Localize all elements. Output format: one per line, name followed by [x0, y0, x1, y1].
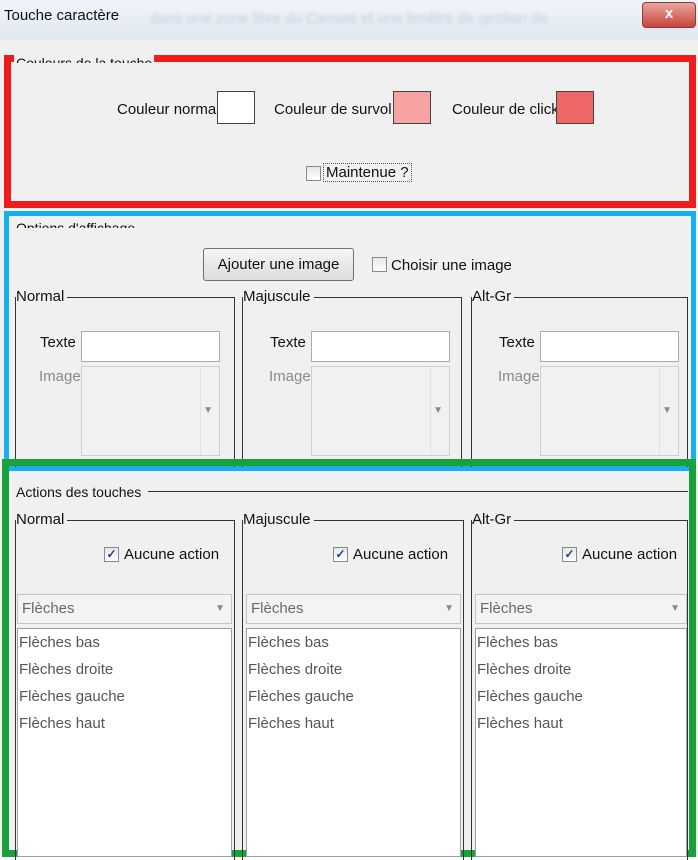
choose-image-label[interactable]: Choisir une image: [391, 257, 512, 274]
colors-section-frame: [4, 55, 696, 208]
click-color-swatch[interactable]: [556, 91, 594, 124]
action-combo-altgr[interactable]: Flèches ▼: [475, 594, 687, 624]
action-combo-altgr-value: Flèches: [480, 600, 533, 617]
no-action-checkbox-altgr[interactable]: ✓: [562, 547, 577, 562]
text-label-altgr: Texte: [499, 334, 535, 351]
display-group-altgr-title: Alt-Gr: [472, 288, 515, 305]
no-action-label-normal[interactable]: Aucune action: [124, 546, 219, 563]
chevron-down-icon: ▼: [203, 405, 213, 416]
display-group-majuscule-title: Majuscule: [243, 288, 314, 305]
action-group-altgr-title: Alt-Gr: [472, 511, 515, 528]
image-label-majuscule: Image: [269, 368, 311, 385]
close-icon: x: [664, 5, 674, 22]
action-combo-normal-value: Flèches: [22, 600, 75, 617]
list-item[interactable]: Flèches gauche: [476, 683, 686, 710]
action-list-altgr[interactable]: Flèches bas Flèches droite Flèches gauch…: [475, 628, 687, 857]
image-select-majuscule[interactable]: ▼: [311, 366, 450, 456]
image-label-altgr: Image: [498, 368, 540, 385]
text-label-majuscule: Texte: [270, 334, 306, 351]
action-list-majuscule[interactable]: Flèches bas Flèches droite Flèches gauch…: [246, 628, 461, 857]
display-group-normal-title: Normal: [16, 288, 68, 305]
background-ghost-text: dans une zone libre du Canvas et une fen…: [150, 10, 548, 27]
text-input-normal[interactable]: [81, 331, 220, 362]
display-section-legend: Options d'affichage: [14, 220, 138, 228]
image-label-normal: Image: [39, 368, 81, 385]
hover-color-label: Couleur de survol: [274, 101, 392, 118]
action-combo-majuscule-value: Flèches: [251, 600, 304, 617]
colors-section-legend: Couleurs de la touche: [14, 55, 155, 63]
title-bar[interactable]: dans une zone libre du Canvas et une fen…: [0, 0, 698, 40]
action-group-majuscule-title: Majuscule: [243, 511, 314, 528]
list-item[interactable]: Flèches droite: [18, 656, 231, 683]
no-action-checkbox-majuscule[interactable]: ✓: [333, 547, 348, 562]
hover-color-swatch[interactable]: [393, 91, 431, 124]
list-item[interactable]: Flèches haut: [476, 710, 686, 737]
list-item[interactable]: Flèches droite: [247, 656, 460, 683]
normal-color-swatch[interactable]: [217, 91, 255, 124]
list-item[interactable]: Flèches bas: [18, 629, 231, 656]
no-action-label-majuscule[interactable]: Aucune action: [353, 546, 448, 563]
list-item[interactable]: Flèches bas: [476, 629, 686, 656]
click-color-label: Couleur de click: [452, 101, 559, 118]
list-item[interactable]: Flèches bas: [247, 629, 460, 656]
action-combo-normal[interactable]: Flèches ▼: [17, 594, 232, 624]
list-item[interactable]: Flèches gauche: [18, 683, 231, 710]
chevron-down-icon: ▼: [444, 603, 454, 614]
normal-color-label: Couleur normal: [117, 101, 220, 118]
image-select-altgr[interactable]: ▼: [540, 366, 679, 456]
choose-image-checkbox[interactable]: [372, 257, 387, 272]
list-item[interactable]: Flèches gauche: [247, 683, 460, 710]
actions-section-divider: [148, 491, 688, 492]
close-button[interactable]: x: [642, 2, 696, 28]
list-item[interactable]: Flèches haut: [247, 710, 460, 737]
list-item[interactable]: Flèches haut: [18, 710, 231, 737]
text-label-normal: Texte: [40, 334, 76, 351]
chevron-down-icon: ▼: [662, 405, 672, 416]
action-group-normal-title: Normal: [16, 511, 68, 528]
window-title: Touche caractère: [4, 7, 120, 24]
no-action-label-altgr[interactable]: Aucune action: [582, 546, 677, 563]
maintain-checkbox[interactable]: [306, 166, 321, 181]
action-list-normal[interactable]: Flèches bas Flèches droite Flèches gauch…: [17, 628, 232, 857]
add-image-button[interactable]: Ajouter une image: [203, 248, 354, 281]
chevron-down-icon: ▼: [670, 603, 680, 614]
text-input-altgr[interactable]: [540, 331, 679, 362]
list-item[interactable]: Flèches droite: [476, 656, 686, 683]
chevron-down-icon: ▼: [433, 405, 443, 416]
action-combo-majuscule[interactable]: Flèches ▼: [246, 594, 461, 624]
maintain-label[interactable]: Maintenue ?: [323, 163, 412, 182]
image-select-normal[interactable]: ▼: [81, 366, 220, 456]
no-action-checkbox-normal[interactable]: ✓: [104, 547, 119, 562]
actions-section-legend: Actions des touches: [14, 484, 144, 500]
text-input-majuscule[interactable]: [311, 331, 450, 362]
chevron-down-icon: ▼: [215, 603, 225, 614]
